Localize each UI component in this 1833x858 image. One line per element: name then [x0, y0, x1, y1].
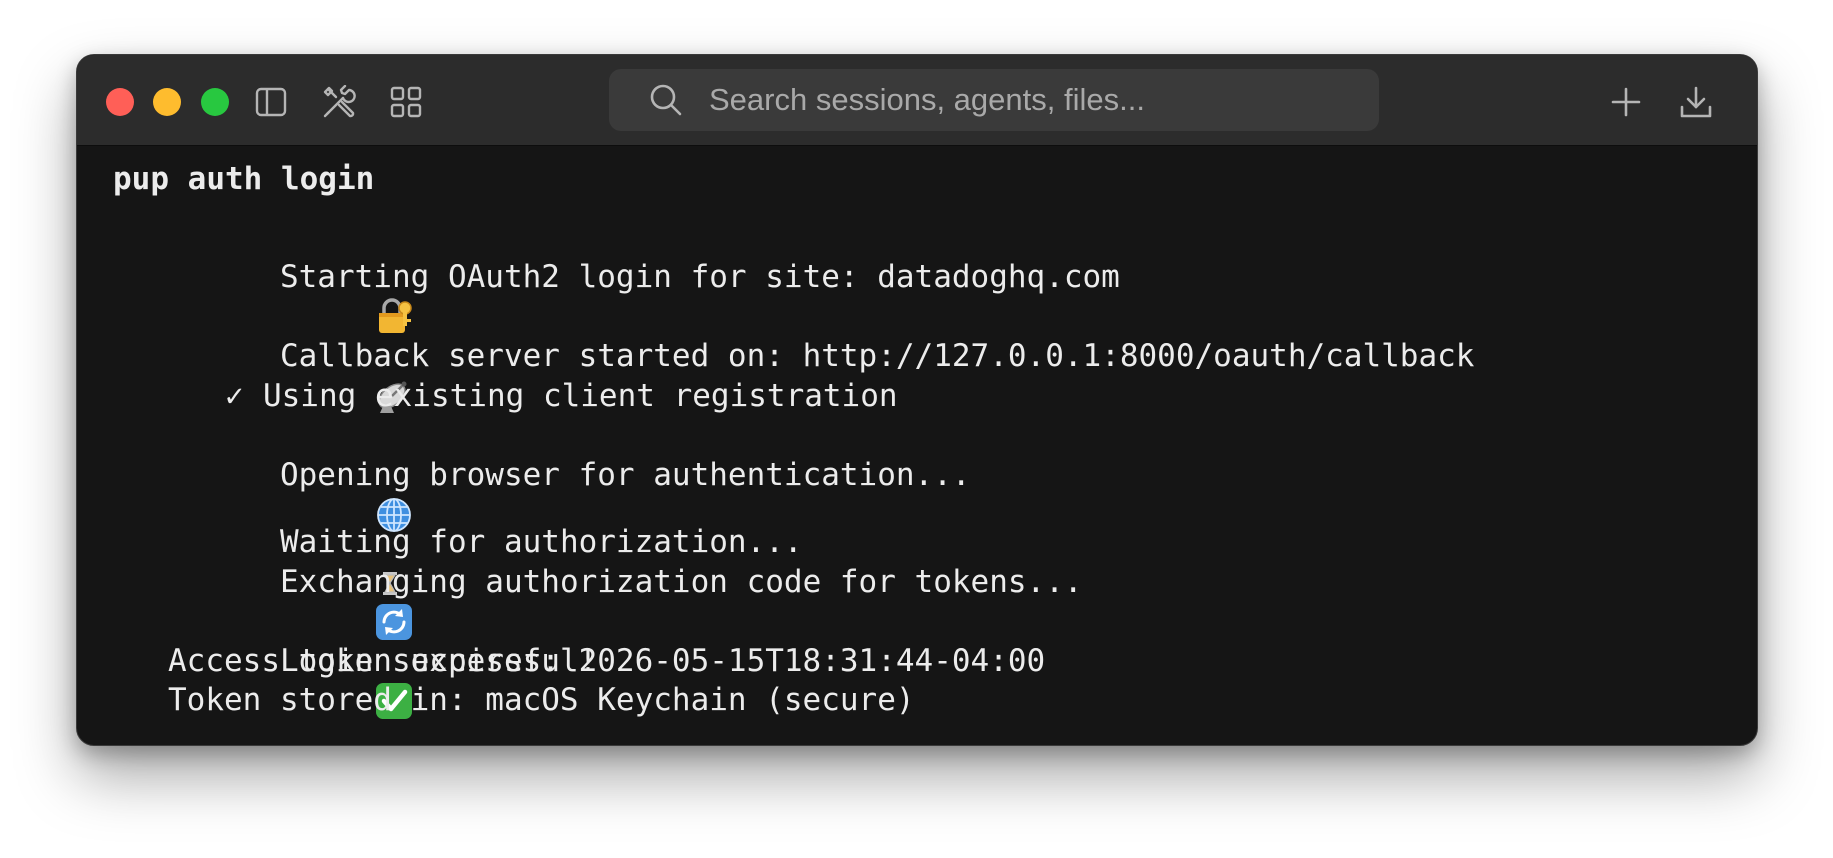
output-line-callback: Callback server started on: http://127.0…: [113, 296, 1474, 413]
output-line-exchanging: Exchanging authorization code for tokens…: [113, 522, 1083, 640]
output-text: Exchanging authorization code for tokens…: [279, 564, 1083, 600]
output-line-expires: Access token expires: 2026-05-15T18:31:4…: [168, 643, 1046, 679]
output-text: Starting OAuth2 login for site: datadogh…: [279, 259, 1120, 295]
sidebar-icon[interactable]: [254, 85, 288, 119]
title-bar: [77, 55, 1757, 146]
refresh-icon: [225, 562, 413, 640]
download-icon[interactable]: [1679, 85, 1713, 119]
search-bar[interactable]: [609, 69, 1379, 131]
search-input[interactable]: [709, 69, 1359, 131]
close-button[interactable]: [106, 88, 134, 116]
output-line-stored: Token stored in: macOS Keychain (secure): [168, 682, 915, 718]
search-icon: [649, 83, 683, 117]
terminal-window: pup auth login Starting OAuth2 login for…: [76, 54, 1758, 746]
plus-icon[interactable]: [1609, 85, 1643, 119]
output-line-success: Login successful!: [113, 601, 597, 719]
output-line-waiting: Waiting for authorization...: [113, 482, 803, 595]
check-icon: ✓: [224, 378, 244, 414]
command-line: pup auth login: [113, 161, 375, 197]
output-line-browser: Opening browser for authentication...: [113, 415, 971, 532]
terminal-output: pup auth login Starting OAuth2 login for…: [113, 159, 1727, 725]
lock-key-icon: [225, 257, 413, 333]
tools-icon[interactable]: [322, 85, 356, 119]
output-line-registration: ✓ Using existing client registration: [113, 336, 898, 414]
maximize-button[interactable]: [201, 88, 229, 116]
output-text: Using existing client registration: [262, 378, 898, 414]
minimize-button[interactable]: [153, 88, 181, 116]
output-line-oauth: Starting OAuth2 login for site: datadogh…: [113, 217, 1120, 333]
grid-icon[interactable]: [389, 85, 423, 119]
